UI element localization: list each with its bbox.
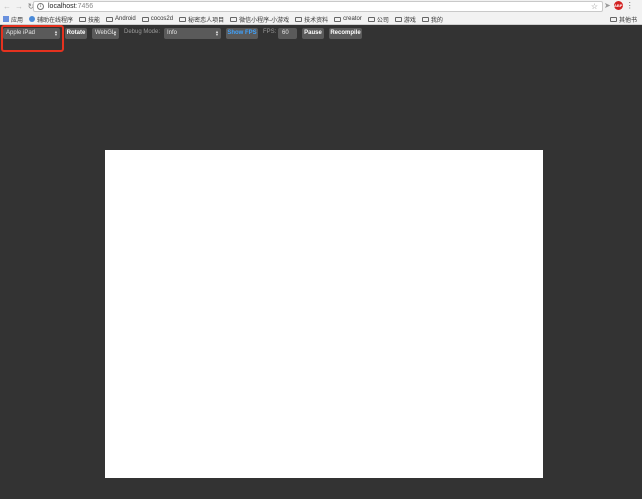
bookmark-label: 游戏 [403,17,416,24]
forward-arrow-icon[interactable]: → [14,2,24,12]
folder-icon [230,16,238,22]
fps-label: FPS: [263,29,277,35]
bookmark-label: 公司 [376,17,389,24]
folder-icon [295,16,303,22]
recompile-button[interactable]: Recompile [329,27,362,39]
apps-grid-icon [3,16,9,22]
game-canvas[interactable] [105,150,543,478]
bookmark-item[interactable]: cocos2d [141,16,174,22]
bookmark-label: 微信小程序-小游戏 [239,17,290,24]
url-port: :7456 [75,3,94,10]
show-fps-button[interactable]: Show FPS [226,27,258,39]
bookmark-item[interactable]: 公司 [367,15,389,24]
url-text[interactable]: localhost:7456 [48,3,93,10]
device-select-highlight-box [1,25,64,52]
folder-icon [141,16,149,22]
bookmark-label: 我的 [430,17,443,24]
rotate-button[interactable]: Rotate [65,27,87,39]
preview-toolbar: Apple iPad ▲ ▼ Rotate WebGL ▲ ▼ Debug Mode… [0,27,642,39]
bookmark-item[interactable]: 技术资料 [295,15,328,24]
folder-icon [79,16,87,22]
adblock-extension-icon[interactable]: ABP [613,1,623,10]
debug-mode-select[interactable]: Info ▲ ▼ [164,27,221,39]
menu-kebab-icon[interactable]: ⋮ [626,1,634,10]
bookmark-label: cocos2d [150,16,174,22]
renderer-select[interactable]: WebGL ▲ ▼ [92,27,119,39]
bookmark-star-icon[interactable]: ☆ [591,2,598,11]
bookmark-label: creator [343,16,362,22]
pause-button[interactable]: Pause [302,27,324,39]
bookmark-item[interactable]: 我的 [421,15,443,24]
folder-icon [394,16,402,22]
back-arrow-icon[interactable]: ← [2,2,12,12]
bookmark-item[interactable]: 秘密恋人项目 [179,15,224,24]
bookmark-label: Android [115,16,136,22]
bookmark-label: 应用 [11,17,24,24]
bookmark-item[interactable]: 技能 [79,15,100,24]
send-extension-icon[interactable]: ➤ [604,1,611,10]
address-bar[interactable]: i localhost:7456 ☆ [33,1,603,12]
globe-icon [29,16,36,22]
bookmark-label: 技能 [88,17,101,24]
bookmark-label: 技术资料 [304,17,329,24]
fps-input[interactable]: 60 [278,27,297,39]
folder-icon [334,16,342,22]
other-bookmarks[interactable]: 其他书 [609,13,637,25]
bookmarks-bar: 应用 辅助在线程序 技能 Android cocos2d 秘密恋人项目 微信小程序-小游戏 技… [0,13,642,25]
address-row: ← → ↻ i localhost:7456 ☆ ➤ ABP ⋮ [0,0,642,13]
bookmark-label: 秘密恋人项目 [188,17,225,24]
folder-icon [421,16,429,22]
debug-mode-select-value: Info [167,30,178,36]
folder-icon [106,16,114,22]
bookmark-item[interactable]: 微信小程序-小游戏 [230,15,289,24]
bookmark-item[interactable]: 游戏 [394,15,416,24]
select-arrows-icon: ▲ ▼ [113,28,117,37]
url-host: localhost [48,3,76,10]
folder-icon [179,16,187,22]
bookmark-item[interactable]: 辅助在线程序 [29,15,73,24]
folder-icon [367,16,375,22]
select-arrows-icon: ▲ ▼ [215,28,219,37]
browser-chrome: ← → ↻ i localhost:7456 ☆ ➤ ABP ⋮ 应用 辅助在线程… [0,0,642,25]
bookmark-label: 辅助在线程序 [37,17,74,24]
bookmark-item[interactable]: 应用 [3,15,23,24]
bookmark-item[interactable]: Android [106,16,136,22]
info-icon[interactable]: i [37,3,44,10]
other-bookmarks-label: 其他书 [618,17,637,24]
debug-mode-label: Debug Mode: [124,29,161,35]
folder-icon [609,16,617,22]
bookmark-item[interactable]: creator [334,16,362,22]
